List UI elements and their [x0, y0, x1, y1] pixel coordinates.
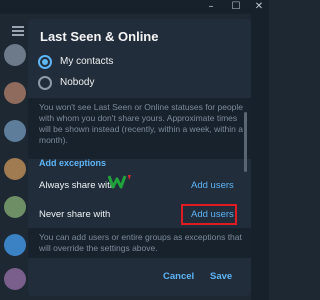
- cancel-button[interactable]: Cancel: [163, 271, 194, 282]
- save-button[interactable]: Save: [210, 271, 232, 282]
- right-panel: [251, 14, 269, 300]
- highlight-box: [181, 204, 237, 225]
- avatar[interactable]: [4, 234, 26, 256]
- last-seen-dialog: Last Seen & Online My contacts Nobody Yo…: [28, 19, 251, 296]
- exceptions-title: Add exceptions: [39, 158, 107, 168]
- menu-icon[interactable]: [12, 26, 24, 36]
- option-my-contacts[interactable]: My contacts: [38, 53, 238, 71]
- maximize-icon[interactable]: ☐: [230, 1, 242, 13]
- avatar[interactable]: [4, 82, 26, 104]
- radio-selected-icon[interactable]: [38, 55, 52, 69]
- footer-text: You can add users or entire groups as ex…: [39, 232, 242, 253]
- option-nobody[interactable]: Nobody: [38, 74, 238, 92]
- window-titlebar: – ☐ ✕: [0, 0, 269, 14]
- w-sticker-icon: [108, 175, 131, 189]
- always-share-label: Always share with: [39, 180, 116, 191]
- avatar[interactable]: [4, 196, 26, 218]
- radio-unselected-icon[interactable]: [38, 76, 52, 90]
- minimize-icon[interactable]: –: [205, 1, 217, 13]
- avatar[interactable]: [4, 158, 26, 180]
- info-box: You won't see Last Seen or Online status…: [28, 98, 251, 159]
- avatar[interactable]: [4, 44, 26, 66]
- avatar[interactable]: [4, 268, 26, 290]
- always-share-add-users-link[interactable]: Add users: [191, 180, 234, 191]
- close-icon[interactable]: ✕: [253, 1, 265, 13]
- footer-box: You can add users or entire groups as ex…: [28, 228, 251, 258]
- info-text: You won't see Last Seen or Online status…: [39, 102, 244, 145]
- avatar[interactable]: [4, 120, 26, 142]
- option-label: My contacts: [60, 56, 114, 67]
- scrollbar[interactable]: [244, 112, 247, 172]
- never-share-label: Never share with: [39, 209, 111, 220]
- dialog-title: Last Seen & Online: [40, 29, 159, 44]
- option-label: Nobody: [60, 77, 95, 88]
